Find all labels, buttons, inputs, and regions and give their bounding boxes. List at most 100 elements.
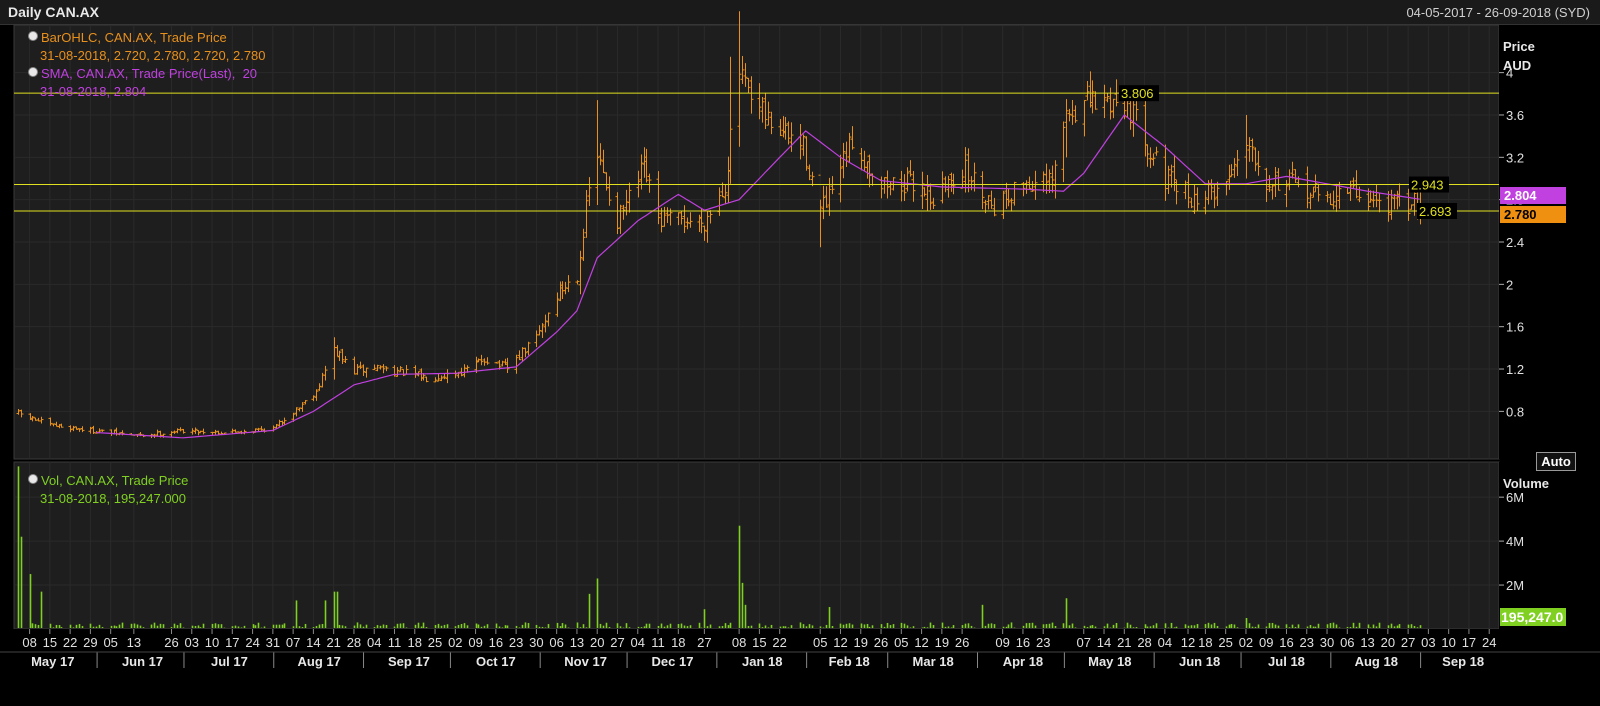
day-tick-label: 17 [1462, 635, 1476, 650]
day-tick-label: 18 [671, 635, 685, 650]
month-label: Feb 18 [829, 654, 870, 669]
day-tick-label: 16 [1279, 635, 1293, 650]
day-tick-label: 27 [697, 635, 711, 650]
last-volume-label: 195,247.0 [1501, 609, 1563, 625]
month-label: Mar 18 [913, 654, 954, 669]
volume-tick-label: 2M [1506, 578, 1524, 593]
day-tick-label: 15 [752, 635, 766, 650]
day-tick-label: 22 [772, 635, 786, 650]
day-tick-label: 14 [306, 635, 320, 650]
vol-legend-values: 31-08-2018, 195,247.000 [40, 491, 187, 506]
month-label: Oct 17 [476, 654, 516, 669]
chart-canvas[interactable]: 3.8062.9432.693 0.81.21.622.42.83.23.642… [0, 0, 1600, 706]
month-label: Aug 18 [1355, 654, 1398, 669]
day-tick-label: 15 [43, 635, 57, 650]
auto-scale-button[interactable]: Auto [1536, 452, 1576, 471]
month-label: May 18 [1088, 654, 1131, 669]
day-tick-label: 13 [127, 635, 141, 650]
month-label: Jun 18 [1179, 654, 1220, 669]
price-tick-label: 1.6 [1506, 320, 1524, 335]
day-tick-label: 23 [1036, 635, 1050, 650]
day-tick-label: 13 [1360, 635, 1374, 650]
ohlc-legend-icon[interactable] [28, 31, 38, 41]
day-tick-label: 13 [570, 635, 584, 650]
day-tick-label: 21 [326, 635, 340, 650]
day-tick-label: 18 [1198, 635, 1212, 650]
day-tick-label: 20 [1381, 635, 1395, 650]
day-tick-label: 12 [833, 635, 847, 650]
day-tick-label: 16 [1016, 635, 1030, 650]
day-tick-label: 02 [1239, 635, 1253, 650]
price-tick-label: 1.2 [1506, 362, 1524, 377]
day-tick-label: 27 [610, 635, 624, 650]
price-axis-label: Price [1503, 39, 1535, 54]
day-tick-label: 05 [103, 635, 117, 650]
month-label: Nov 17 [564, 654, 607, 669]
day-tick-label: 26 [164, 635, 178, 650]
day-tick-label: 11 [388, 635, 402, 650]
month-label: Dec 17 [652, 654, 694, 669]
day-tick-label: 06 [1340, 635, 1354, 650]
month-label: Apr 18 [1003, 654, 1043, 669]
chart-window: Daily CAN.AX 04-05-2017 - 26-09-2018 (SY… [0, 0, 1600, 706]
day-tick-label: 06 [549, 635, 563, 650]
month-label: Jan 18 [742, 654, 782, 669]
last-value-label: 2.780 [1504, 207, 1537, 222]
day-tick-label: 28 [1137, 635, 1151, 650]
volume-legend: Vol, CAN.AX, Trade Price 31-08-2018, 195… [28, 472, 188, 508]
month-label: Aug 17 [298, 654, 341, 669]
day-tick-label: 26 [955, 635, 969, 650]
sma-legend-period: 20 [242, 66, 258, 81]
day-tick-label: 12 [914, 635, 928, 650]
day-tick-label: 31 [266, 635, 280, 650]
volume-tick-label: 4M [1506, 534, 1524, 549]
vol-legend-icon[interactable] [28, 474, 38, 484]
vol-legend-name: Vol, CAN.AX, Trade Price [41, 473, 189, 488]
day-tick-label: 10 [205, 635, 219, 650]
day-tick-label: 08 [732, 635, 746, 650]
day-tick-label: 05 [894, 635, 908, 650]
price-tick-label: 0.8 [1506, 404, 1524, 419]
day-tick-label: 28 [347, 635, 361, 650]
day-tick-label: 17 [225, 635, 239, 650]
day-tick-label: 23 [1300, 635, 1314, 650]
day-tick-label: 04 [1158, 635, 1172, 650]
day-tick-label: 04 [631, 635, 645, 650]
sma-legend-name: SMA, CAN.AX, Trade Price(Last), [41, 66, 236, 81]
day-tick-label: 14 [1097, 635, 1111, 650]
price-axis-unit: AUD [1503, 58, 1531, 73]
day-tick-label: 09 [468, 635, 482, 650]
day-tick-label: 05 [813, 635, 827, 650]
month-label: Sep 18 [1442, 654, 1484, 669]
horizontal-line-label: 2.943 [1411, 178, 1444, 193]
price-legend: BarOHLC, CAN.AX, Trade Price 31-08-2018,… [28, 29, 266, 101]
day-tick-label: 24 [245, 635, 259, 650]
month-label: Jul 18 [1268, 654, 1305, 669]
horizontal-line-label: 2.693 [1419, 204, 1452, 219]
day-tick-label: 20 [590, 635, 604, 650]
day-tick-label: 30 [1320, 635, 1334, 650]
sma-legend-icon[interactable] [28, 67, 38, 77]
ohlc-legend-values: 31-08-2018, 2.720, 2.780, 2.720, 2.780 [40, 48, 266, 63]
price-tick-label: 2 [1506, 277, 1513, 292]
horizontal-line-label: 3.806 [1121, 86, 1154, 101]
day-tick-label: 25 [1218, 635, 1232, 650]
volume-tick-label: 6M [1506, 490, 1524, 505]
day-tick-label: 30 [529, 635, 543, 650]
day-tick-label: 18 [408, 635, 422, 650]
day-tick-label: 23 [509, 635, 523, 650]
day-tick-label: 08 [22, 635, 36, 650]
day-tick-label: 07 [286, 635, 300, 650]
volume-panel[interactable] [13, 461, 1500, 630]
volume-axis-label: Volume [1503, 476, 1549, 491]
price-tick-label: 3.2 [1506, 150, 1524, 165]
day-tick-label: 10 [1441, 635, 1455, 650]
day-tick-label: 09 [1259, 635, 1273, 650]
day-tick-label: 03 [185, 635, 199, 650]
day-tick-label: 26 [874, 635, 888, 650]
month-label: Jul 17 [211, 654, 248, 669]
day-tick-label: 16 [489, 635, 503, 650]
day-tick-label: 27 [1401, 635, 1415, 650]
day-tick-label: 19 [935, 635, 949, 650]
sma-legend-values: 31-08-2018, 2.804 [40, 84, 147, 99]
